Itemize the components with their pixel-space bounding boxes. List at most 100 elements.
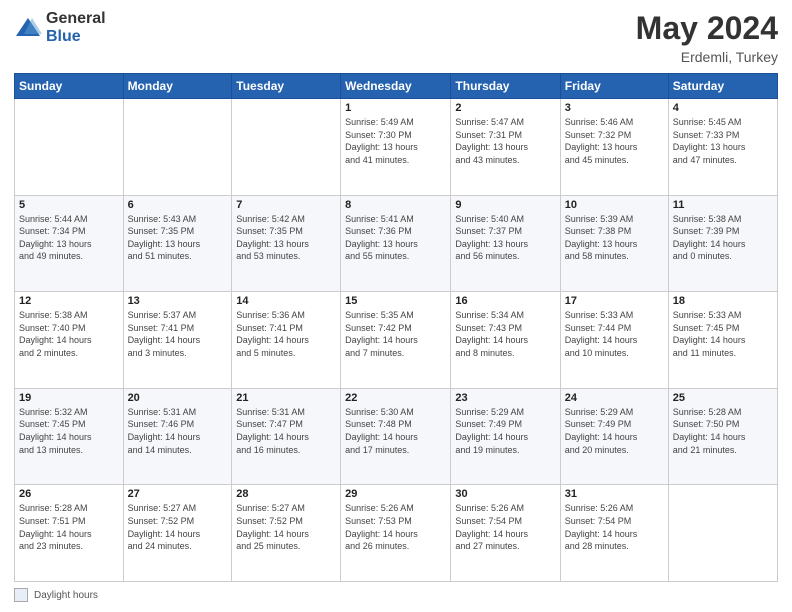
table-row: 21Sunrise: 5:31 AM Sunset: 7:47 PM Dayli…	[232, 388, 341, 485]
day-number: 24	[565, 392, 664, 404]
table-row: 2 Sunrise: 5:47 AM Sunset: 7:31 PM Daylig…	[451, 99, 560, 196]
col-wednesday: Wednesday	[341, 74, 451, 99]
day-number: 31	[565, 488, 664, 500]
day-number: 9	[455, 199, 555, 211]
day-info: Sunrise: 5:33 AM Sunset: 7:45 PM Dayligh…	[673, 309, 773, 359]
table-row	[123, 99, 232, 196]
day-info: Sunrise: 5:49 AM Sunset: 7:30 PM Dayligh…	[345, 116, 446, 166]
day-number: 14	[236, 295, 336, 307]
day-info: Sunrise: 5:30 AM Sunset: 7:48 PM Dayligh…	[345, 406, 446, 456]
footer: Daylight hours	[14, 588, 778, 602]
col-sunday: Sunday	[15, 74, 124, 99]
table-row: 7Sunrise: 5:42 AM Sunset: 7:35 PM Daylig…	[232, 195, 341, 292]
day-info: Sunrise: 5:42 AM Sunset: 7:35 PM Dayligh…	[236, 213, 336, 263]
day-info: Sunrise: 5:26 AM Sunset: 7:54 PM Dayligh…	[455, 502, 555, 552]
day-number: 12	[19, 295, 119, 307]
day-number: 30	[455, 488, 555, 500]
day-info: Sunrise: 5:35 AM Sunset: 7:42 PM Dayligh…	[345, 309, 446, 359]
day-number: 23	[455, 392, 555, 404]
table-row: 31Sunrise: 5:26 AM Sunset: 7:54 PM Dayli…	[560, 485, 668, 582]
day-number: 25	[673, 392, 773, 404]
day-number: 11	[673, 199, 773, 211]
page: General Blue May 2024 Erdemli, Turkey Su…	[0, 0, 792, 612]
day-info: Sunrise: 5:45 AM Sunset: 7:33 PM Dayligh…	[673, 116, 773, 166]
table-row	[232, 99, 341, 196]
table-row: 27Sunrise: 5:27 AM Sunset: 7:52 PM Dayli…	[123, 485, 232, 582]
col-saturday: Saturday	[668, 74, 777, 99]
table-row: 24 Sunrise: 5:29 AM Sunset: 7:49 PM Dayli…	[560, 388, 668, 485]
day-number: 20	[128, 392, 228, 404]
table-row: 3Sunrise: 5:46 AM Sunset: 7:32 PM Daylig…	[560, 99, 668, 196]
day-number: 18	[673, 295, 773, 307]
day-info: Sunrise: 5:33 AM Sunset: 7:44 PM Dayligh…	[565, 309, 664, 359]
day-info: Sunrise: 5:31 AM Sunset: 7:47 PM Dayligh…	[236, 406, 336, 456]
day-number: 3	[565, 102, 664, 114]
calendar-week-row: 1 Sunrise: 5:49 AM Sunset: 7:30 PM Daylig…	[15, 99, 778, 196]
day-number: 2	[455, 102, 555, 114]
calendar-week-row: 26Sunrise: 5:28 AM Sunset: 7:51 PM Dayli…	[15, 485, 778, 582]
table-row: 4 Sunrise: 5:45 AM Sunset: 7:33 PM Daylig…	[668, 99, 777, 196]
table-row: 9Sunrise: 5:40 AM Sunset: 7:37 PM Daylig…	[451, 195, 560, 292]
day-number: 4	[673, 102, 773, 114]
day-number: 10	[565, 199, 664, 211]
day-number: 28	[236, 488, 336, 500]
day-info: Sunrise: 5:34 AM Sunset: 7:43 PM Dayligh…	[455, 309, 555, 359]
day-number: 15	[345, 295, 446, 307]
logo: General Blue	[14, 10, 106, 45]
day-info: Sunrise: 5:28 AM Sunset: 7:50 PM Dayligh…	[673, 406, 773, 456]
table-row: 13 Sunrise: 5:37 AM Sunset: 7:41 PM Dayli…	[123, 292, 232, 389]
table-row: 17 Sunrise: 5:33 AM Sunset: 7:44 PM Dayli…	[560, 292, 668, 389]
logo-blue-text: Blue	[46, 28, 106, 46]
table-row: 29 Sunrise: 5:26 AM Sunset: 7:53 PM Dayli…	[341, 485, 451, 582]
day-info: Sunrise: 5:44 AM Sunset: 7:34 PM Dayligh…	[19, 213, 119, 263]
table-row: 16 Sunrise: 5:34 AM Sunset: 7:43 PM Dayli…	[451, 292, 560, 389]
table-row: 20 Sunrise: 5:31 AM Sunset: 7:46 PM Dayli…	[123, 388, 232, 485]
day-number: 22	[345, 392, 446, 404]
table-row: 22 Sunrise: 5:30 AM Sunset: 7:48 PM Dayli…	[341, 388, 451, 485]
calendar-table: Sunday Monday Tuesday Wednesday Thursday…	[14, 73, 778, 582]
day-number: 8	[345, 199, 446, 211]
day-info: Sunrise: 5:47 AM Sunset: 7:31 PM Dayligh…	[455, 116, 555, 166]
day-info: Sunrise: 5:29 AM Sunset: 7:49 PM Dayligh…	[565, 406, 664, 456]
day-number: 17	[565, 295, 664, 307]
table-row: 12Sunrise: 5:38 AM Sunset: 7:40 PM Dayli…	[15, 292, 124, 389]
table-row: 15 Sunrise: 5:35 AM Sunset: 7:42 PM Dayli…	[341, 292, 451, 389]
day-info: Sunrise: 5:27 AM Sunset: 7:52 PM Dayligh…	[128, 502, 228, 552]
calendar-week-row: 5Sunrise: 5:44 AM Sunset: 7:34 PM Daylig…	[15, 195, 778, 292]
day-info: Sunrise: 5:29 AM Sunset: 7:49 PM Dayligh…	[455, 406, 555, 456]
day-info: Sunrise: 5:28 AM Sunset: 7:51 PM Dayligh…	[19, 502, 119, 552]
day-info: Sunrise: 5:37 AM Sunset: 7:41 PM Dayligh…	[128, 309, 228, 359]
daylight-label: Daylight hours	[34, 590, 98, 601]
calendar-header-row: Sunday Monday Tuesday Wednesday Thursday…	[15, 74, 778, 99]
table-row: 28 Sunrise: 5:27 AM Sunset: 7:52 PM Dayli…	[232, 485, 341, 582]
table-row: 19Sunrise: 5:32 AM Sunset: 7:45 PM Dayli…	[15, 388, 124, 485]
table-row: 11 Sunrise: 5:38 AM Sunset: 7:39 PM Dayli…	[668, 195, 777, 292]
day-number: 1	[345, 102, 446, 114]
table-row: 26Sunrise: 5:28 AM Sunset: 7:51 PM Dayli…	[15, 485, 124, 582]
table-row: 6Sunrise: 5:43 AM Sunset: 7:35 PM Daylig…	[123, 195, 232, 292]
table-row: 23 Sunrise: 5:29 AM Sunset: 7:49 PM Dayli…	[451, 388, 560, 485]
logo-general-text: General	[46, 10, 106, 28]
table-row: 18 Sunrise: 5:33 AM Sunset: 7:45 PM Dayli…	[668, 292, 777, 389]
title-block: May 2024 Erdemli, Turkey	[636, 10, 778, 65]
day-number: 13	[128, 295, 228, 307]
title-location: Erdemli, Turkey	[636, 49, 778, 65]
table-row	[668, 485, 777, 582]
table-row: 25 Sunrise: 5:28 AM Sunset: 7:50 PM Dayli…	[668, 388, 777, 485]
day-info: Sunrise: 5:31 AM Sunset: 7:46 PM Dayligh…	[128, 406, 228, 456]
day-number: 29	[345, 488, 446, 500]
table-row: 14 Sunrise: 5:36 AM Sunset: 7:41 PM Dayli…	[232, 292, 341, 389]
logo-text: General Blue	[46, 10, 106, 45]
day-info: Sunrise: 5:26 AM Sunset: 7:53 PM Dayligh…	[345, 502, 446, 552]
daylight-legend-box	[14, 588, 28, 602]
day-info: Sunrise: 5:27 AM Sunset: 7:52 PM Dayligh…	[236, 502, 336, 552]
col-monday: Monday	[123, 74, 232, 99]
day-info: Sunrise: 5:38 AM Sunset: 7:39 PM Dayligh…	[673, 213, 773, 263]
table-row: 30 Sunrise: 5:26 AM Sunset: 7:54 PM Dayli…	[451, 485, 560, 582]
col-friday: Friday	[560, 74, 668, 99]
day-number: 16	[455, 295, 555, 307]
day-info: Sunrise: 5:36 AM Sunset: 7:41 PM Dayligh…	[236, 309, 336, 359]
day-info: Sunrise: 5:41 AM Sunset: 7:36 PM Dayligh…	[345, 213, 446, 263]
table-row: 1 Sunrise: 5:49 AM Sunset: 7:30 PM Daylig…	[341, 99, 451, 196]
logo-icon	[14, 14, 42, 42]
